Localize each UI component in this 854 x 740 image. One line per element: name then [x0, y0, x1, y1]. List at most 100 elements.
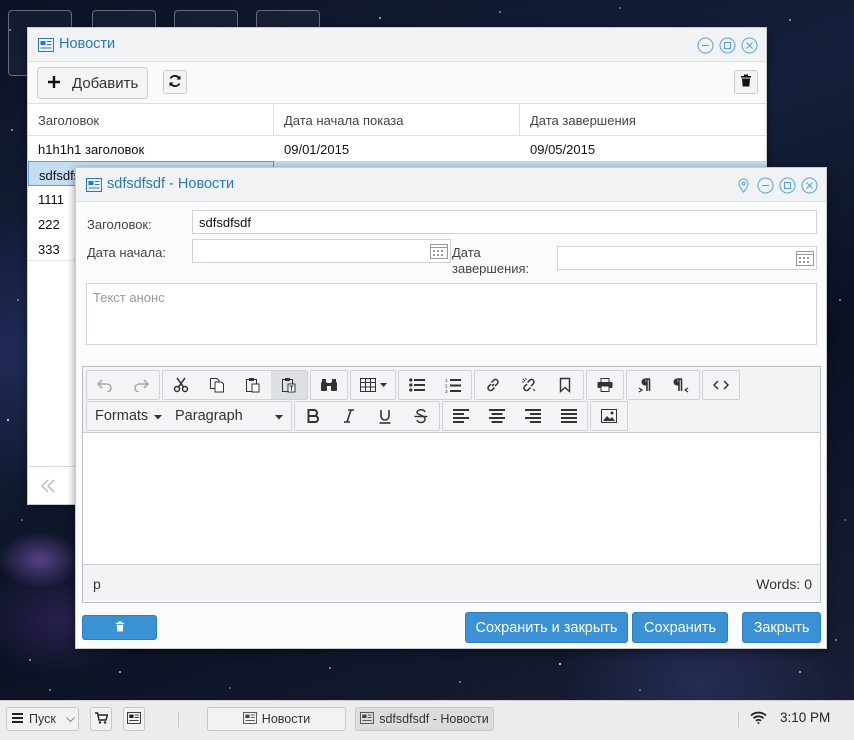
wifi-icon[interactable]	[750, 711, 767, 727]
editor-statusbar: p Words: 0	[83, 564, 820, 601]
link-icon[interactable]	[475, 371, 511, 399]
start-date-label: Дата начала:	[87, 245, 166, 260]
insert-image-icon[interactable]	[591, 402, 627, 430]
window-title: Новости	[59, 36, 116, 52]
maximize-icon[interactable]	[719, 37, 736, 54]
newspaper-icon	[38, 38, 54, 55]
numbered-list-icon[interactable]: 123	[435, 371, 471, 399]
table-icon[interactable]	[351, 371, 395, 399]
list-toolbar: Добавить	[28, 62, 766, 104]
pin-icon[interactable]	[735, 177, 752, 194]
element-path[interactable]: p	[93, 576, 101, 592]
svg-text:1: 1	[445, 378, 448, 383]
print-icon[interactable]	[587, 371, 623, 399]
svg-text:2: 2	[445, 383, 448, 388]
newspaper-icon	[127, 711, 141, 727]
column-header-title[interactable]: Заголовок	[28, 104, 274, 135]
column-header-start[interactable]: Дата начала показа	[274, 104, 520, 135]
formats-dropdown[interactable]: Formats	[87, 402, 167, 430]
close-icon[interactable]	[801, 177, 818, 194]
align-left-icon[interactable]	[443, 402, 479, 430]
end-date-label: Дата завершения:	[452, 245, 530, 276]
undo-icon[interactable]	[87, 371, 123, 399]
unlink-icon[interactable]	[511, 371, 547, 399]
paragraph-dropdown-label: Paragraph	[175, 408, 243, 424]
taskbar-separator	[738, 711, 739, 727]
title-input[interactable]: sdfsdfsdf	[192, 210, 817, 234]
edit-window-titlebar[interactable]: sdfsdfsdf - Новости	[76, 168, 826, 202]
maximize-icon[interactable]	[779, 177, 796, 194]
newspaper-icon	[242, 711, 257, 727]
italic-icon[interactable]	[331, 402, 367, 430]
start-date-input[interactable]	[192, 239, 451, 263]
calendar-icon[interactable]	[796, 250, 814, 269]
find-replace-icon[interactable]	[311, 371, 347, 399]
add-button[interactable]: Добавить	[37, 67, 148, 99]
end-date-input[interactable]	[557, 246, 817, 270]
title-field-label: Заголовок:	[87, 217, 152, 232]
redo-icon[interactable]	[123, 371, 159, 399]
edit-news-window: sdfsdfsdf - Новости Заголовок: sdfsdfsdf…	[75, 167, 827, 649]
delete-record-button[interactable]	[82, 615, 157, 640]
cell-start: 09/01/2015	[284, 142, 350, 157]
taskbar: Пуск Новости sdfsdfsdf - Новости 3:10 PM	[0, 700, 854, 740]
task-news[interactable]: Новости	[207, 707, 346, 731]
source-code-icon[interactable]	[703, 371, 739, 399]
shop-shortcut[interactable]	[90, 707, 112, 731]
delete-button[interactable]	[734, 70, 758, 94]
task-edit-news[interactable]: sdfsdfsdf - Новости	[355, 707, 494, 731]
clock: 3:10 PM	[780, 710, 831, 725]
chevron-down-icon	[65, 712, 75, 726]
save-and-close-button[interactable]: Сохранить и закрыть	[465, 612, 628, 643]
cell-end: 09/05/2015	[530, 142, 596, 157]
newspaper-icon	[86, 178, 102, 195]
taskbar-separator	[178, 711, 179, 727]
editor-content-area[interactable]	[83, 433, 820, 564]
underline-icon[interactable]	[367, 402, 403, 430]
paste-text-icon[interactable]	[271, 371, 307, 399]
rich-text-editor: 123 Formats Paragraph p Words: 0	[82, 366, 821, 603]
menu-icon	[12, 712, 23, 726]
refresh-button[interactable]	[163, 70, 187, 94]
table-row[interactable]: h1h1h1 заголовок 09/01/2015 09/05/2015	[28, 136, 766, 161]
minimize-icon[interactable]	[757, 177, 774, 194]
cut-icon[interactable]	[163, 371, 199, 399]
paragraph-dropdown[interactable]: Paragraph	[167, 402, 291, 430]
copy-icon[interactable]	[199, 371, 235, 399]
ltr-icon[interactable]	[627, 371, 663, 399]
paste-icon[interactable]	[235, 371, 271, 399]
news-window-titlebar[interactable]: Новости	[28, 28, 766, 62]
cart-icon	[94, 711, 108, 727]
strikethrough-icon[interactable]	[403, 402, 439, 430]
save-button[interactable]: Сохранить	[632, 612, 728, 643]
chevron-down-icon	[154, 408, 163, 424]
start-button-label: Пуск	[29, 712, 56, 726]
column-header-end[interactable]: Дата завершения	[520, 104, 766, 135]
word-count: Words: 0	[756, 576, 812, 592]
formats-dropdown-label: Formats	[95, 408, 149, 424]
newspaper-icon	[360, 711, 375, 727]
trash-icon	[115, 620, 125, 636]
bookmark-icon[interactable]	[547, 371, 583, 399]
align-justify-icon[interactable]	[551, 402, 587, 430]
calendar-icon[interactable]	[430, 243, 448, 262]
close-icon[interactable]	[741, 37, 758, 54]
svg-text:3: 3	[445, 389, 448, 393]
editor-toolbar: 123 Formats Paragraph	[83, 367, 820, 433]
first-page-icon[interactable]	[40, 479, 56, 496]
grid-header: Заголовок Дата начала показа Дата заверш…	[28, 104, 766, 136]
news-shortcut[interactable]	[123, 707, 145, 731]
close-button[interactable]: Закрыть	[742, 612, 821, 643]
add-button-label: Добавить	[72, 74, 139, 92]
refresh-icon	[168, 74, 182, 91]
plus-icon	[48, 75, 60, 92]
bold-icon[interactable]	[295, 402, 331, 430]
trash-icon	[740, 74, 752, 90]
start-button[interactable]: Пуск	[6, 707, 79, 731]
align-center-icon[interactable]	[479, 402, 515, 430]
announce-textarea[interactable]: Текст анонс	[86, 283, 817, 345]
bullet-list-icon[interactable]	[399, 371, 435, 399]
align-right-icon[interactable]	[515, 402, 551, 430]
rtl-icon[interactable]	[663, 371, 699, 399]
minimize-icon[interactable]	[697, 37, 714, 54]
